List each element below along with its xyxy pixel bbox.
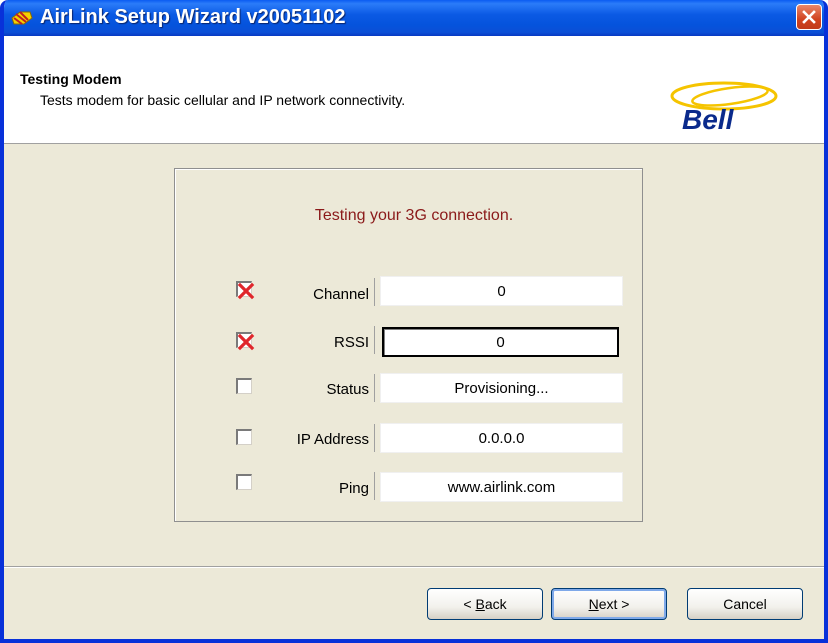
fail-x-icon bbox=[237, 282, 255, 300]
wizard-window: AirLink Setup Wizard v20051102 Testing M… bbox=[0, 0, 828, 643]
next-rest: ext > bbox=[598, 596, 630, 612]
ip-address-status-check[interactable] bbox=[236, 429, 252, 445]
cancel-button[interactable]: Cancel bbox=[687, 588, 803, 620]
title-bar[interactable]: AirLink Setup Wizard v20051102 bbox=[4, 0, 824, 36]
footer-divider bbox=[4, 566, 824, 567]
back-prefix: < bbox=[463, 596, 476, 612]
status-separator bbox=[374, 374, 375, 402]
logo-text: Bell bbox=[682, 104, 735, 134]
rssi-separator bbox=[374, 326, 375, 354]
status-label: Status bbox=[326, 381, 369, 398]
ip-address-separator bbox=[374, 424, 375, 452]
channel-field: 0 bbox=[380, 276, 623, 306]
testing-message: Testing your 3G connection. bbox=[314, 207, 514, 224]
next-mnemonic: N bbox=[588, 596, 599, 612]
status-status-check[interactable] bbox=[236, 378, 252, 394]
ip-address-field: 0.0.0.0 bbox=[380, 423, 623, 453]
ping-label: Ping bbox=[338, 480, 369, 497]
back-mnemonic: B bbox=[475, 596, 485, 612]
channel-status-check[interactable] bbox=[236, 281, 255, 300]
ping-separator bbox=[374, 472, 375, 500]
rssi-status-check[interactable] bbox=[236, 332, 255, 351]
channel-separator bbox=[374, 278, 375, 306]
close-button[interactable] bbox=[796, 4, 822, 30]
status-field: Provisioning... bbox=[380, 373, 623, 403]
ping-field: www.airlink.com bbox=[380, 472, 623, 502]
window-title: AirLink Setup Wizard v20051102 bbox=[40, 6, 346, 28]
next-button[interactable]: Next > bbox=[551, 588, 667, 620]
rssi-field: 0 bbox=[382, 327, 619, 357]
page-title: Testing Modem bbox=[20, 71, 122, 87]
close-icon bbox=[802, 10, 816, 24]
rssi-label: RSSI bbox=[333, 334, 369, 351]
back-rest: ack bbox=[484, 596, 507, 612]
ping-status-check[interactable] bbox=[236, 474, 252, 490]
page-subtitle: Tests modem for basic cellular and IP ne… bbox=[40, 92, 406, 108]
bell-logo: Bell bbox=[666, 74, 782, 135]
back-button[interactable]: < Back bbox=[427, 588, 543, 620]
channel-label: Channel bbox=[313, 286, 369, 303]
fail-x-icon bbox=[237, 333, 255, 351]
ip-address-label: IP Address bbox=[296, 431, 369, 448]
airlink-app-icon bbox=[10, 9, 34, 27]
